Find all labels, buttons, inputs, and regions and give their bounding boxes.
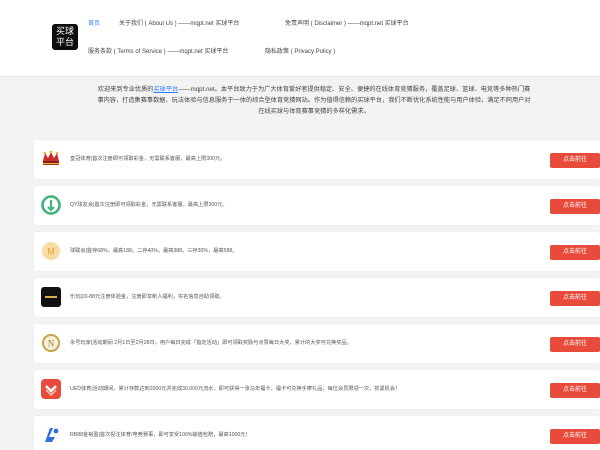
page: 买球 平台 首页 关于我们 ( About Us ) ——mqpt.net 买球…	[0, 0, 600, 450]
arrow-logo-icon	[40, 378, 62, 400]
intro-link[interactable]: 买球平台	[153, 86, 178, 93]
list-item-text: 乐玩|20-88元注册体验金，注册即享新人福利，实名信息自助领取。	[70, 294, 225, 300]
go-button[interactable]: 点击前往	[550, 245, 600, 260]
platform-list: 皇冠体育|首次注册即可领取彩金，无需联系客服，最高上限300元。 点击前往 QY…	[34, 140, 600, 450]
list-item: UED体育|活动期间，累计存款达到2000元并完成30,000元流水，即可获得一…	[34, 370, 600, 409]
intro-line-3: 在线买球与体育赛事竞猜的多样化需求。	[258, 108, 370, 115]
go-button[interactable]: 点击前往	[550, 291, 600, 306]
nav-about[interactable]: 关于我们 ( About Us ) ——mqpt.net 买球平台	[119, 20, 239, 28]
go-button[interactable]: 点击前往	[550, 383, 600, 398]
list-item: QY球友会|首次注册即可领取彩金，无需联系客服，最高上限300元。 点击前往	[34, 186, 600, 225]
nav-home[interactable]: 首页	[88, 20, 100, 28]
svg-text:N: N	[48, 339, 55, 349]
go-button[interactable]: 点击前往	[550, 337, 600, 352]
list-item: RB88金裕盈|首次投注体育/电竞赛事，即可享受100%输值包赔，最高1000元…	[34, 416, 600, 450]
crown-icon	[40, 148, 62, 170]
list-item: N 永号玩家|活动期间 2月1日至2月28日，用户每日完成「指定活动」即可领取奖…	[34, 324, 600, 363]
svg-text:M: M	[47, 247, 55, 257]
list-item: 乐玩|20-88元注册体验金，注册即享新人福利，实名信息自助领取。 点击前往	[34, 278, 600, 317]
intro-line-2: 事内容，打造集赛事数据、玩法体验与信息服务于一体的综合型体育竞猜网站。作为值得信…	[97, 97, 531, 104]
list-item-text: QY球友会|首次注册即可领取彩金，无需联系客服，最高上限300元。	[70, 202, 228, 208]
list-item-text: 永号玩家|活动期间 2月1日至2月28日，用户每日完成「指定活动」即可领取奖励与…	[70, 340, 352, 346]
list-item: 皇冠体育|首次注册即可领取彩金，无需联系客服，最高上限300元。 点击前往	[34, 140, 600, 179]
list-item-text: 球联会|首存68%，最高188。二存40%，最高388。三存30%，最高588。	[70, 248, 238, 254]
list-item-text: UED体育|活动期间，累计存款达到2000元并完成30,000元流水，即可获得一…	[70, 386, 401, 392]
qy-logo-icon	[40, 194, 62, 216]
intro-prefix: 欢迎来到专业优质的	[97, 86, 154, 93]
rb-logo-icon	[40, 424, 62, 446]
logo-line-2: 平台	[55, 37, 74, 47]
coin-logo-icon: M	[40, 240, 62, 262]
logo-line-1: 买球	[55, 26, 74, 36]
n-logo-icon: N	[40, 332, 62, 354]
intro-text: 欢迎来到专业优质的买球平台——mqpt.net。本平台致力于为广大体育爱好者提供…	[34, 84, 594, 117]
header: 买球 平台 首页 关于我们 ( About Us ) ——mqpt.net 买球…	[0, 0, 600, 77]
nav-terms[interactable]: 服务条款 ( Terms of Service ) ——mqpt.net 买球平…	[88, 48, 228, 56]
list-item-text: 皇冠体育|首次注册即可领取彩金，无需联系客服，最高上限300元。	[70, 156, 226, 162]
intro-line-1-rest: ——mqpt.net。本平台致力于为广大体育爱好者提供稳定、安全、便捷的在线体育…	[178, 86, 531, 93]
site-logo[interactable]: 买球 平台	[52, 24, 78, 50]
list-item-text: RB88金裕盈|首次投注体育/电竞赛事，即可享受100%输值包赔，最高1000元…	[70, 432, 251, 438]
go-button[interactable]: 点击前往	[550, 199, 600, 214]
nav-disclaimer[interactable]: 免责声明 ( Disclaimer ) ——mqpt.net 买球平台	[285, 20, 409, 28]
go-button[interactable]: 点击前往	[550, 429, 600, 444]
dark-logo-icon	[40, 286, 62, 308]
go-button[interactable]: 点击前往	[550, 153, 600, 168]
nav-privacy[interactable]: 隐私政策 ( Privacy Policy )	[265, 48, 335, 56]
list-item: M 球联会|首存68%，最高188。二存40%，最高388。三存30%，最高58…	[34, 232, 600, 271]
intro-line-1: 欢迎来到专业优质的买球平台——mqpt.net。本平台致力于为广大体育爱好者提供…	[34, 84, 594, 95]
